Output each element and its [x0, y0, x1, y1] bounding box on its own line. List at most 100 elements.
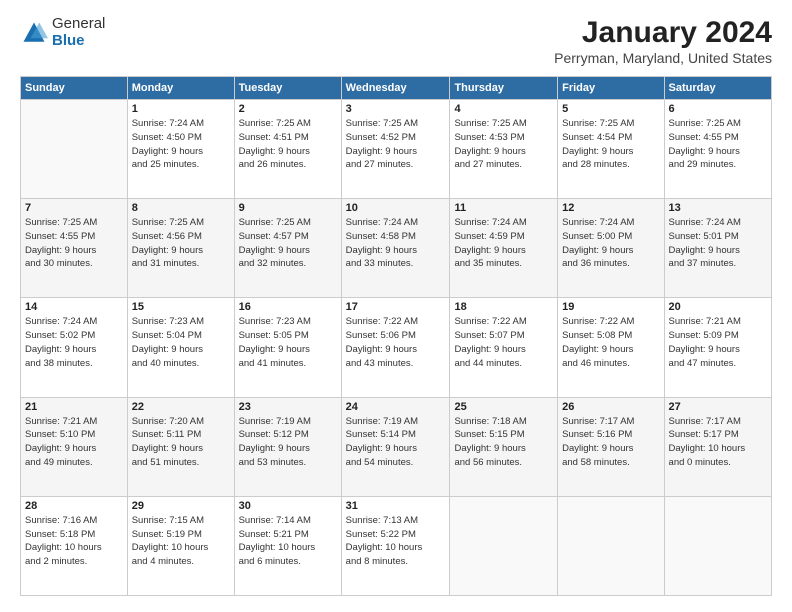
calendar-week-row: 28 Sunrise: 7:16 AM Sunset: 5:18 PM Dayli… [21, 496, 772, 595]
day-number: 9 [239, 202, 337, 214]
calendar-cell: 14Sunrise: 7:24 AM Sunset: 5:02 PM Dayli… [21, 298, 128, 397]
calendar-cell: 6 Sunrise: 7:25 AM Sunset: 4:55 PM Daylig… [664, 100, 771, 199]
calendar-week-row: 21 Sunrise: 7:21 AM Sunset: 5:10 PM Dayli… [21, 397, 772, 496]
calendar-cell: 13Sunrise: 7:24 AM Sunset: 5:01 PM Dayli… [664, 199, 771, 298]
day-info: Sunrise: 7:13 AM Sunset: 5:22 PM Dayligh… [346, 514, 446, 569]
day-info: Sunrise: 7:21 AM Sunset: 5:10 PM Dayligh… [25, 415, 123, 470]
day-number: 30 [239, 500, 337, 512]
day-number: 8 [132, 202, 230, 214]
day-info: Sunrise: 7:21 AM Sunset: 5:09 PM Dayligh… [669, 315, 767, 370]
day-info: Sunrise: 7:23 AM Sunset: 5:05 PM Dayligh… [239, 315, 337, 370]
day-number: 4 [454, 103, 553, 115]
title-block: January 2024 Perryman, Maryland, United … [554, 16, 772, 66]
day-number: 17 [346, 301, 446, 313]
day-info: Sunrise: 7:20 AM Sunset: 5:11 PM Dayligh… [132, 415, 230, 470]
day-number: 11 [454, 202, 553, 214]
main-title: January 2024 [554, 16, 772, 50]
day-number: 3 [346, 103, 446, 115]
calendar-cell: 3 Sunrise: 7:25 AM Sunset: 4:52 PM Daylig… [341, 100, 450, 199]
calendar-week-row: 1 Sunrise: 7:24 AM Sunset: 4:50 PM Daylig… [21, 100, 772, 199]
day-info: Sunrise: 7:22 AM Sunset: 5:08 PM Dayligh… [562, 315, 659, 370]
calendar-cell: 30 Sunrise: 7:14 AM Sunset: 5:21 PM Dayli… [234, 496, 341, 595]
day-info: Sunrise: 7:22 AM Sunset: 5:06 PM Dayligh… [346, 315, 446, 370]
day-info: Sunrise: 7:25 AM Sunset: 4:56 PM Dayligh… [132, 216, 230, 271]
day-number: 29 [132, 500, 230, 512]
subtitle: Perryman, Maryland, United States [554, 50, 772, 66]
day-number: 15 [132, 301, 230, 313]
day-number: 12 [562, 202, 659, 214]
calendar-table: SundayMondayTuesdayWednesdayThursdayFrid… [20, 76, 772, 596]
day-info: Sunrise: 7:17 AM Sunset: 5:17 PM Dayligh… [669, 415, 767, 470]
day-info: Sunrise: 7:19 AM Sunset: 5:14 PM Dayligh… [346, 415, 446, 470]
logo-blue-label: Blue [52, 33, 105, 50]
day-info: Sunrise: 7:25 AM Sunset: 4:53 PM Dayligh… [454, 117, 553, 172]
logo-general-label: General [52, 16, 105, 33]
calendar-cell [558, 496, 664, 595]
day-number: 20 [669, 301, 767, 313]
day-info: Sunrise: 7:16 AM Sunset: 5:18 PM Dayligh… [25, 514, 123, 569]
day-number: 22 [132, 401, 230, 413]
calendar-day-header: Saturday [664, 77, 771, 100]
calendar-cell: 26Sunrise: 7:17 AM Sunset: 5:16 PM Dayli… [558, 397, 664, 496]
day-number: 18 [454, 301, 553, 313]
day-number: 25 [454, 401, 553, 413]
day-info: Sunrise: 7:25 AM Sunset: 4:51 PM Dayligh… [239, 117, 337, 172]
calendar-cell: 8 Sunrise: 7:25 AM Sunset: 4:56 PM Daylig… [127, 199, 234, 298]
day-info: Sunrise: 7:24 AM Sunset: 4:59 PM Dayligh… [454, 216, 553, 271]
calendar-week-row: 7 Sunrise: 7:25 AM Sunset: 4:55 PM Daylig… [21, 199, 772, 298]
day-info: Sunrise: 7:25 AM Sunset: 4:54 PM Dayligh… [562, 117, 659, 172]
calendar-cell: 21 Sunrise: 7:21 AM Sunset: 5:10 PM Dayli… [21, 397, 128, 496]
day-info: Sunrise: 7:25 AM Sunset: 4:55 PM Dayligh… [669, 117, 767, 172]
calendar-cell: 5 Sunrise: 7:25 AM Sunset: 4:54 PM Daylig… [558, 100, 664, 199]
day-info: Sunrise: 7:25 AM Sunset: 4:57 PM Dayligh… [239, 216, 337, 271]
calendar-cell: 29 Sunrise: 7:15 AM Sunset: 5:19 PM Dayli… [127, 496, 234, 595]
calendar-day-header: Friday [558, 77, 664, 100]
day-number: 1 [132, 103, 230, 115]
day-number: 28 [25, 500, 123, 512]
header: General Blue January 2024 Perryman, Mary… [20, 16, 772, 66]
day-info: Sunrise: 7:17 AM Sunset: 5:16 PM Dayligh… [562, 415, 659, 470]
day-info: Sunrise: 7:15 AM Sunset: 5:19 PM Dayligh… [132, 514, 230, 569]
day-info: Sunrise: 7:24 AM Sunset: 5:00 PM Dayligh… [562, 216, 659, 271]
day-number: 19 [562, 301, 659, 313]
day-info: Sunrise: 7:24 AM Sunset: 4:58 PM Dayligh… [346, 216, 446, 271]
calendar-cell: 7 Sunrise: 7:25 AM Sunset: 4:55 PM Daylig… [21, 199, 128, 298]
day-number: 5 [562, 103, 659, 115]
calendar-cell: 25Sunrise: 7:18 AM Sunset: 5:15 PM Dayli… [450, 397, 558, 496]
calendar-cell: 31 Sunrise: 7:13 AM Sunset: 5:22 PM Dayli… [341, 496, 450, 595]
calendar-cell: 16Sunrise: 7:23 AM Sunset: 5:05 PM Dayli… [234, 298, 341, 397]
calendar-cell [21, 100, 128, 199]
day-number: 31 [346, 500, 446, 512]
calendar-cell [664, 496, 771, 595]
calendar-cell: 28 Sunrise: 7:16 AM Sunset: 5:18 PM Dayli… [21, 496, 128, 595]
calendar-cell: 22 Sunrise: 7:20 AM Sunset: 5:11 PM Dayli… [127, 397, 234, 496]
day-info: Sunrise: 7:25 AM Sunset: 4:52 PM Dayligh… [346, 117, 446, 172]
day-info: Sunrise: 7:23 AM Sunset: 5:04 PM Dayligh… [132, 315, 230, 370]
calendar-day-header: Sunday [21, 77, 128, 100]
day-info: Sunrise: 7:25 AM Sunset: 4:55 PM Dayligh… [25, 216, 123, 271]
calendar-cell [450, 496, 558, 595]
calendar-day-header: Tuesday [234, 77, 341, 100]
calendar-cell: 9 Sunrise: 7:25 AM Sunset: 4:57 PM Daylig… [234, 199, 341, 298]
page: General Blue January 2024 Perryman, Mary… [0, 0, 792, 612]
day-number: 2 [239, 103, 337, 115]
calendar-cell: 19 Sunrise: 7:22 AM Sunset: 5:08 PM Dayli… [558, 298, 664, 397]
logo: General Blue [20, 16, 105, 49]
day-number: 7 [25, 202, 123, 214]
day-info: Sunrise: 7:14 AM Sunset: 5:21 PM Dayligh… [239, 514, 337, 569]
day-info: Sunrise: 7:19 AM Sunset: 5:12 PM Dayligh… [239, 415, 337, 470]
calendar-cell: 17 Sunrise: 7:22 AM Sunset: 5:06 PM Dayli… [341, 298, 450, 397]
calendar-cell: 23Sunrise: 7:19 AM Sunset: 5:12 PM Dayli… [234, 397, 341, 496]
day-number: 14 [25, 301, 123, 313]
calendar-cell: 27 Sunrise: 7:17 AM Sunset: 5:17 PM Dayli… [664, 397, 771, 496]
day-info: Sunrise: 7:24 AM Sunset: 4:50 PM Dayligh… [132, 117, 230, 172]
day-number: 21 [25, 401, 123, 413]
day-info: Sunrise: 7:22 AM Sunset: 5:07 PM Dayligh… [454, 315, 553, 370]
calendar-day-header: Thursday [450, 77, 558, 100]
day-number: 6 [669, 103, 767, 115]
calendar-day-header: Monday [127, 77, 234, 100]
calendar-cell: 10Sunrise: 7:24 AM Sunset: 4:58 PM Dayli… [341, 199, 450, 298]
calendar-cell: 2 Sunrise: 7:25 AM Sunset: 4:51 PM Daylig… [234, 100, 341, 199]
day-number: 27 [669, 401, 767, 413]
calendar-cell: 24Sunrise: 7:19 AM Sunset: 5:14 PM Dayli… [341, 397, 450, 496]
